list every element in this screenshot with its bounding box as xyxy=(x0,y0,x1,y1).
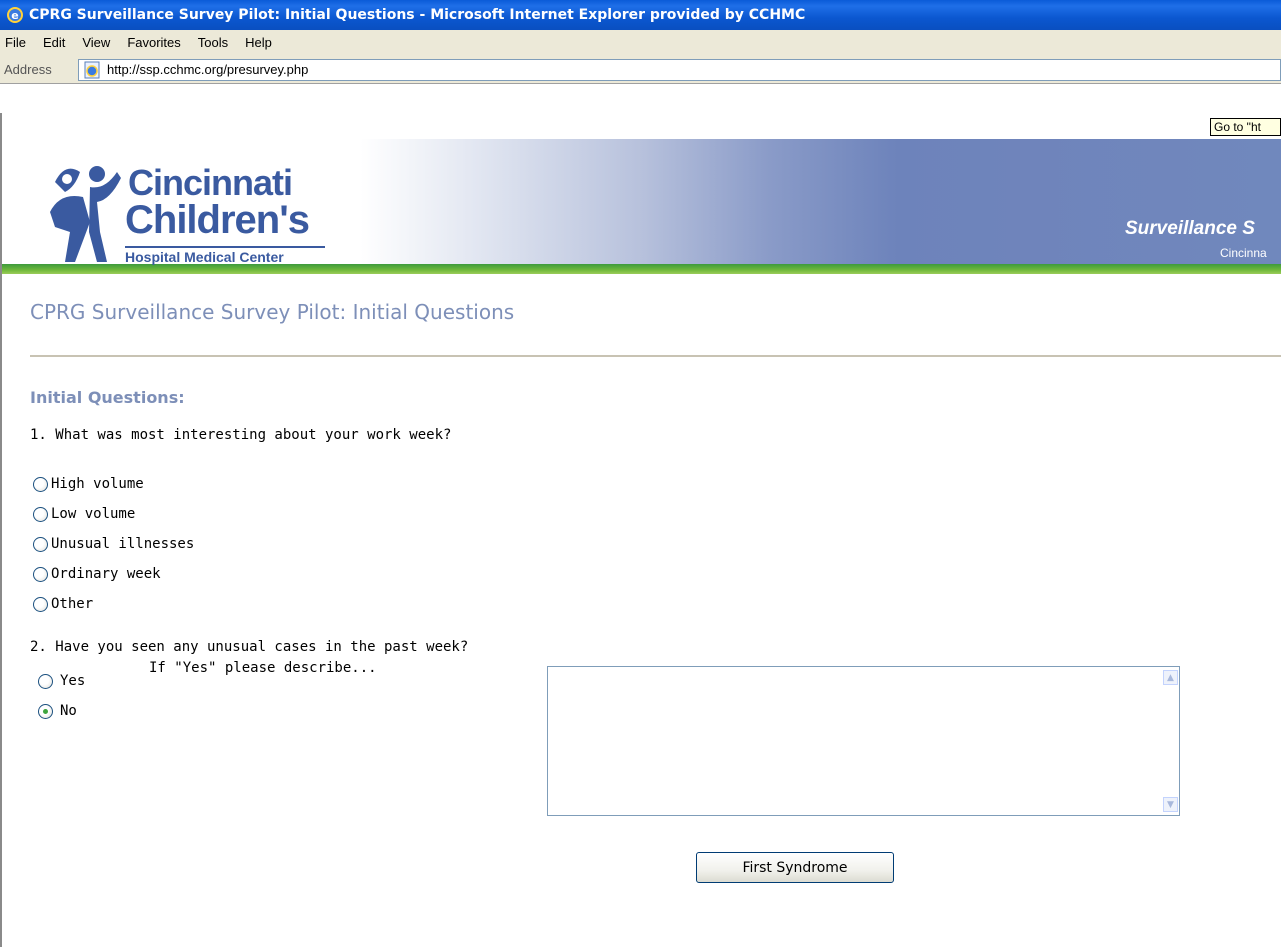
radio-button[interactable] xyxy=(33,476,48,492)
logo-underline xyxy=(125,246,325,248)
menu-view[interactable]: View xyxy=(82,35,110,50)
internet-explorer-icon: e xyxy=(7,7,23,23)
radio-button[interactable] xyxy=(38,673,53,689)
divider xyxy=(30,355,1281,357)
page-title: CPRG Surveillance Survey Pilot: Initial … xyxy=(30,300,515,324)
menu-favorites[interactable]: Favorites xyxy=(127,35,180,50)
q1-option-unusual-illnesses[interactable]: Unusual illnesses xyxy=(33,536,194,552)
q1-option-other[interactable]: Other xyxy=(33,596,93,612)
radio-button[interactable] xyxy=(33,596,48,612)
scroll-down-icon[interactable]: ▼ xyxy=(1163,797,1178,812)
window-titlebar: e CPRG Surveillance Survey Pilot: Initia… xyxy=(0,0,1281,30)
window-title: CPRG Surveillance Survey Pilot: Initial … xyxy=(29,7,806,23)
textarea-scrollbar[interactable]: ▲ ▼ xyxy=(1162,667,1179,815)
option-label: Yes xyxy=(60,673,86,689)
logo-childrens: Children's xyxy=(125,198,310,242)
option-label: Ordinary week xyxy=(51,566,161,582)
address-label: Address xyxy=(4,62,52,77)
radio-button[interactable] xyxy=(33,536,48,552)
children-figures-icon xyxy=(50,166,121,262)
option-label: High volume xyxy=(51,476,144,492)
menu-file[interactable]: File xyxy=(5,35,26,50)
q1-option-high-volume[interactable]: High volume xyxy=(33,476,144,492)
q1-option-low-volume[interactable]: Low volume xyxy=(33,506,135,522)
scroll-up-icon[interactable]: ▲ xyxy=(1163,670,1178,685)
q2-option-yes[interactable]: Yes xyxy=(38,673,85,689)
page-icon xyxy=(84,61,100,78)
question-2: 2. Have you seen any unusual cases in th… xyxy=(30,639,469,655)
option-label: No xyxy=(60,703,77,719)
address-input[interactable]: http://ssp.cchmc.org/presurvey.php xyxy=(78,58,1281,81)
radio-button[interactable] xyxy=(33,566,48,582)
address-url: http://ssp.cchmc.org/presurvey.php xyxy=(107,62,309,77)
banner-subtitle: Cincinna xyxy=(1220,246,1267,260)
section-heading: Initial Questions: xyxy=(30,388,185,407)
description-textarea[interactable]: ▲ ▼ xyxy=(547,666,1180,816)
option-label: Other xyxy=(51,596,94,612)
address-bar: Address http://ssp.cchmc.org/presurvey.p… xyxy=(0,56,1281,84)
radio-button-selected[interactable] xyxy=(38,703,53,719)
cchmc-logo[interactable]: Cincinnati Children's Hospital Medical C… xyxy=(45,152,345,265)
q2-option-no[interactable]: No xyxy=(38,703,77,719)
banner-accent-bar xyxy=(2,264,1281,274)
menu-edit[interactable]: Edit xyxy=(43,35,65,50)
banner-title: Surveillance S xyxy=(1125,218,1255,239)
svg-text:e: e xyxy=(11,9,18,22)
radio-button[interactable] xyxy=(33,506,48,522)
go-tooltip: Go to "ht xyxy=(1210,118,1281,136)
menu-tools[interactable]: Tools xyxy=(198,35,228,50)
option-label: Low volume xyxy=(51,506,136,522)
q1-option-ordinary-week[interactable]: Ordinary week xyxy=(33,566,161,582)
menubar: File Edit View Favorites Tools Help xyxy=(0,30,1281,54)
menu-help[interactable]: Help xyxy=(245,35,272,50)
logo-hospital: Hospital Medical Center xyxy=(125,249,284,265)
first-syndrome-button[interactable]: First Syndrome xyxy=(696,852,894,883)
question-1: 1. What was most interesting about your … xyxy=(30,427,452,443)
option-label: Unusual illnesses xyxy=(51,536,195,552)
describe-label: If "Yes" please describe... xyxy=(149,660,377,676)
